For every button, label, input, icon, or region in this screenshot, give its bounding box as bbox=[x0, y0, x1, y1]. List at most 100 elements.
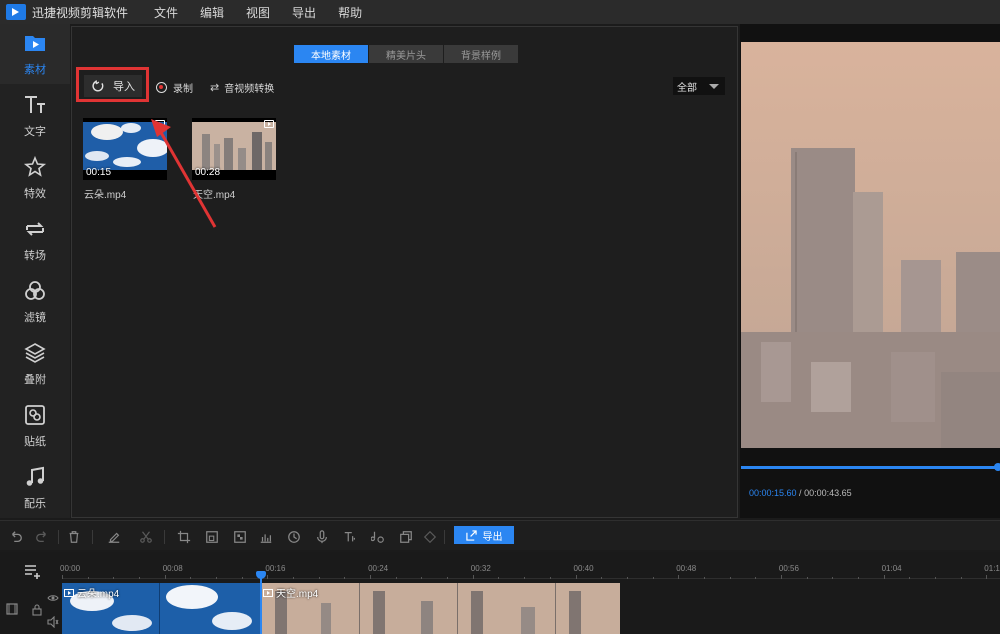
speaker-icon[interactable] bbox=[47, 616, 59, 628]
menu-view[interactable]: 视图 bbox=[246, 4, 270, 21]
export-button[interactable]: 导出 bbox=[454, 526, 514, 544]
resize-button[interactable] bbox=[204, 529, 220, 545]
preview-progress-bar[interactable] bbox=[741, 466, 1000, 469]
timeline-tick-label: 00:32 bbox=[470, 564, 491, 573]
menu-edit[interactable]: 编辑 bbox=[200, 4, 224, 21]
split-button[interactable] bbox=[138, 529, 154, 545]
timeline-tick-mark bbox=[883, 575, 885, 579]
trash-icon bbox=[69, 531, 79, 543]
lock-icon[interactable] bbox=[31, 604, 43, 616]
clip-name: 天空.mp4 bbox=[193, 190, 236, 201]
sidebar-item-text[interactable]: 文字 bbox=[0, 86, 70, 146]
timeline-tick-mark bbox=[806, 577, 808, 579]
timeline-tick-mark bbox=[601, 577, 603, 579]
sidebar-item-label: 素材 bbox=[24, 64, 46, 76]
export-icon bbox=[465, 529, 477, 541]
copy-button[interactable] bbox=[398, 529, 414, 545]
highlight-box bbox=[76, 67, 149, 102]
timeline-tick-label: 00:00 bbox=[60, 564, 81, 573]
tab-intros[interactable]: 精美片头 bbox=[369, 45, 443, 63]
microphone-icon bbox=[317, 530, 327, 544]
tab-local-materials[interactable]: 本地素材 bbox=[294, 45, 368, 63]
material-tabs: 本地素材 精美片头 背景样例 bbox=[294, 45, 519, 63]
playhead[interactable] bbox=[260, 574, 262, 634]
timeline-tick-mark bbox=[293, 577, 295, 579]
redo-button[interactable] bbox=[34, 529, 50, 545]
clip-duration: 00:28 bbox=[195, 167, 221, 178]
sidebar-item-effects[interactable]: 特效 bbox=[0, 148, 70, 208]
timeline-tick-mark bbox=[960, 577, 962, 579]
sparkle-icon bbox=[22, 155, 48, 179]
timeline-tick-label: 01:04 bbox=[881, 564, 902, 573]
mosaic-button[interactable] bbox=[232, 529, 248, 545]
timeline-tick-mark bbox=[62, 575, 63, 579]
sidebar-item-stickers[interactable]: 贴纸 bbox=[0, 396, 70, 456]
voiceover-button[interactable] bbox=[314, 529, 330, 545]
crop-icon bbox=[177, 530, 191, 544]
convert-label: 音视频转换 bbox=[224, 84, 275, 95]
timeline-tick-mark bbox=[755, 577, 757, 579]
sidebar-item-label: 叠附 bbox=[24, 374, 46, 386]
timeline-ruler bbox=[62, 578, 1000, 579]
menu-bar: 迅捷视频剪辑软件 文件 编辑 视图 导出 帮助 bbox=[0, 0, 1000, 24]
delete-button[interactable] bbox=[66, 529, 82, 545]
app-title: 迅捷视频剪辑软件 bbox=[32, 5, 129, 20]
clock-icon bbox=[288, 531, 300, 543]
timeline-tick-label: 00:16 bbox=[265, 564, 286, 573]
edit-button[interactable] bbox=[106, 529, 122, 545]
undo-icon bbox=[12, 531, 22, 543]
video-icon bbox=[64, 588, 74, 597]
audio-level-button[interactable] bbox=[258, 529, 274, 545]
undo-button[interactable] bbox=[8, 529, 24, 545]
record-label: 录制 bbox=[173, 84, 193, 95]
timeline-tick-mark bbox=[190, 577, 192, 579]
record-button[interactable]: 录制 bbox=[156, 80, 193, 95]
timeline-tick-label: 00:48 bbox=[676, 564, 697, 573]
sticker-icon bbox=[22, 403, 48, 427]
clip-duration: 00:15 bbox=[86, 167, 112, 178]
audio-settings-icon bbox=[371, 531, 384, 543]
timeline-tick-mark bbox=[164, 575, 166, 579]
convert-button[interactable]: ⇄ 音视频转换 bbox=[210, 80, 274, 95]
tab-backgrounds[interactable]: 背景样例 bbox=[444, 45, 518, 63]
preview-video[interactable] bbox=[741, 42, 1000, 448]
resize-icon bbox=[206, 531, 218, 543]
timeline-tick-mark bbox=[729, 577, 731, 579]
chevron-down-icon bbox=[709, 84, 719, 89]
menu-file[interactable]: 文件 bbox=[154, 4, 178, 21]
speed-button[interactable] bbox=[286, 529, 302, 545]
timeline-tick-mark bbox=[318, 577, 320, 579]
sidebar-item-overlay[interactable]: 叠附 bbox=[0, 334, 70, 394]
filter-icon bbox=[22, 279, 48, 303]
preview-frame bbox=[741, 42, 1000, 448]
preview-progress-handle[interactable] bbox=[994, 463, 1000, 471]
timeline-clip-clouds[interactable]: 云朵.mp4 bbox=[62, 583, 260, 634]
film-icon bbox=[6, 603, 18, 615]
eye-icon[interactable] bbox=[47, 592, 59, 604]
sidebar-item-materials[interactable]: 素材 bbox=[0, 24, 70, 84]
timeline-tick-mark bbox=[498, 577, 500, 579]
text-to-speech-button[interactable] bbox=[342, 529, 358, 545]
add-track-icon[interactable] bbox=[24, 563, 42, 579]
keyframe-button[interactable] bbox=[422, 529, 438, 545]
sidebar-item-filters[interactable]: 滤镜 bbox=[0, 272, 70, 332]
clip-thumbnail-city[interactable]: 00:28 bbox=[192, 118, 276, 180]
video-track[interactable]: 云朵.mp4 天空.mp4 bbox=[62, 583, 620, 634]
timeline-tick-mark bbox=[986, 575, 988, 579]
clip-thumbnail-clouds[interactable]: 00:15 bbox=[83, 118, 167, 180]
video-icon bbox=[264, 120, 274, 128]
menu-export[interactable]: 导出 bbox=[292, 4, 316, 21]
sidebar-item-music[interactable]: 配乐 bbox=[0, 458, 70, 518]
timeline-tick-mark bbox=[934, 577, 936, 579]
layers-icon bbox=[22, 341, 48, 365]
filter-select[interactable]: 全部 bbox=[673, 77, 725, 95]
menu-help[interactable]: 帮助 bbox=[338, 4, 362, 21]
crop-button[interactable] bbox=[176, 529, 192, 545]
sidebar-item-transitions[interactable]: 转场 bbox=[0, 210, 70, 270]
timeline-tick-mark bbox=[395, 577, 397, 579]
timeline-clip-city[interactable]: 天空.mp4 bbox=[261, 583, 620, 634]
timeline-clip-label: 云朵.mp4 bbox=[64, 585, 119, 600]
audio-denoise-button[interactable] bbox=[370, 529, 386, 545]
timeline-tick-mark bbox=[857, 577, 859, 579]
timeline-tick-mark bbox=[139, 577, 141, 579]
